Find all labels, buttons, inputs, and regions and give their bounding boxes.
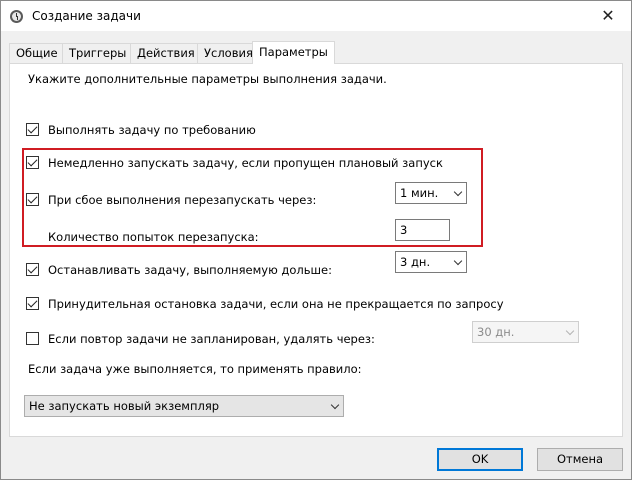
restart-attempts-label: Количество попыток перезапуска:: [48, 230, 259, 244]
restart-on-fail-checkbox[interactable]: [26, 193, 39, 206]
delete-after-value: 30 дн.: [477, 325, 515, 339]
tab-conditions[interactable]: Условия: [197, 43, 260, 63]
delete-task-checkbox[interactable]: [26, 332, 39, 345]
chevron-down-icon: [453, 256, 463, 266]
run-missed-checkbox[interactable]: [26, 156, 39, 169]
restart-interval-value: 1 мин.: [400, 186, 439, 200]
force-stop-label[interactable]: Принудительная остановка задачи, если он…: [48, 297, 504, 311]
tab-actions[interactable]: Действия: [130, 43, 202, 63]
stop-long-checkbox[interactable]: [26, 263, 39, 276]
force-stop-checkbox[interactable]: [26, 297, 39, 310]
ok-button[interactable]: OK: [437, 448, 523, 471]
restart-interval-select[interactable]: 1 мин.: [395, 182, 467, 204]
intro-text: Укажите дополнительные параметры выполне…: [28, 72, 387, 86]
restart-attempts-input[interactable]: 3: [395, 219, 450, 241]
stop-long-label[interactable]: Останавливать задачу, выполняемую дольше…: [48, 263, 332, 277]
running-rule-select[interactable]: Не запускать новый экземпляр: [24, 395, 344, 417]
delete-after-select[interactable]: 30 дн.: [472, 321, 579, 343]
run-on-demand-checkbox[interactable]: [26, 123, 39, 136]
close-icon: ✕: [601, 6, 615, 25]
cancel-button[interactable]: Отмена: [537, 448, 623, 471]
task-dialog: Создание задачи ✕ Общие Триггеры Действи…: [0, 0, 632, 480]
clock-icon: [10, 10, 23, 23]
delete-task-label[interactable]: Если повтор задачи не запланирован, удал…: [48, 332, 375, 346]
chevron-down-icon: [453, 187, 463, 197]
chevron-down-icon: [330, 400, 340, 410]
tab-settings[interactable]: Параметры: [252, 41, 335, 64]
stop-long-select[interactable]: 3 дн.: [395, 251, 467, 273]
running-rule-value: Не запускать новый экземпляр: [29, 399, 220, 413]
title-bar: Создание задачи ✕: [1, 1, 631, 31]
restart-on-fail-label[interactable]: При сбое выполнения перезапускать через:: [48, 193, 316, 207]
settings-panel: Укажите дополнительные параметры выполне…: [9, 63, 623, 437]
stop-long-value: 3 дн.: [400, 255, 431, 269]
running-rule-label: Если задача уже выполняется, то применят…: [28, 362, 362, 376]
run-on-demand-label[interactable]: Выполнять задачу по требованию: [48, 123, 256, 137]
tab-triggers[interactable]: Триггеры: [62, 43, 134, 63]
chevron-down-icon: [565, 326, 575, 336]
close-button[interactable]: ✕: [585, 1, 631, 31]
run-missed-label[interactable]: Немедленно запускать задачу, если пропущ…: [48, 156, 443, 170]
tab-general[interactable]: Общие: [9, 43, 65, 63]
restart-attempts-value: 3: [400, 223, 408, 237]
window-title: Создание задачи: [32, 9, 141, 23]
